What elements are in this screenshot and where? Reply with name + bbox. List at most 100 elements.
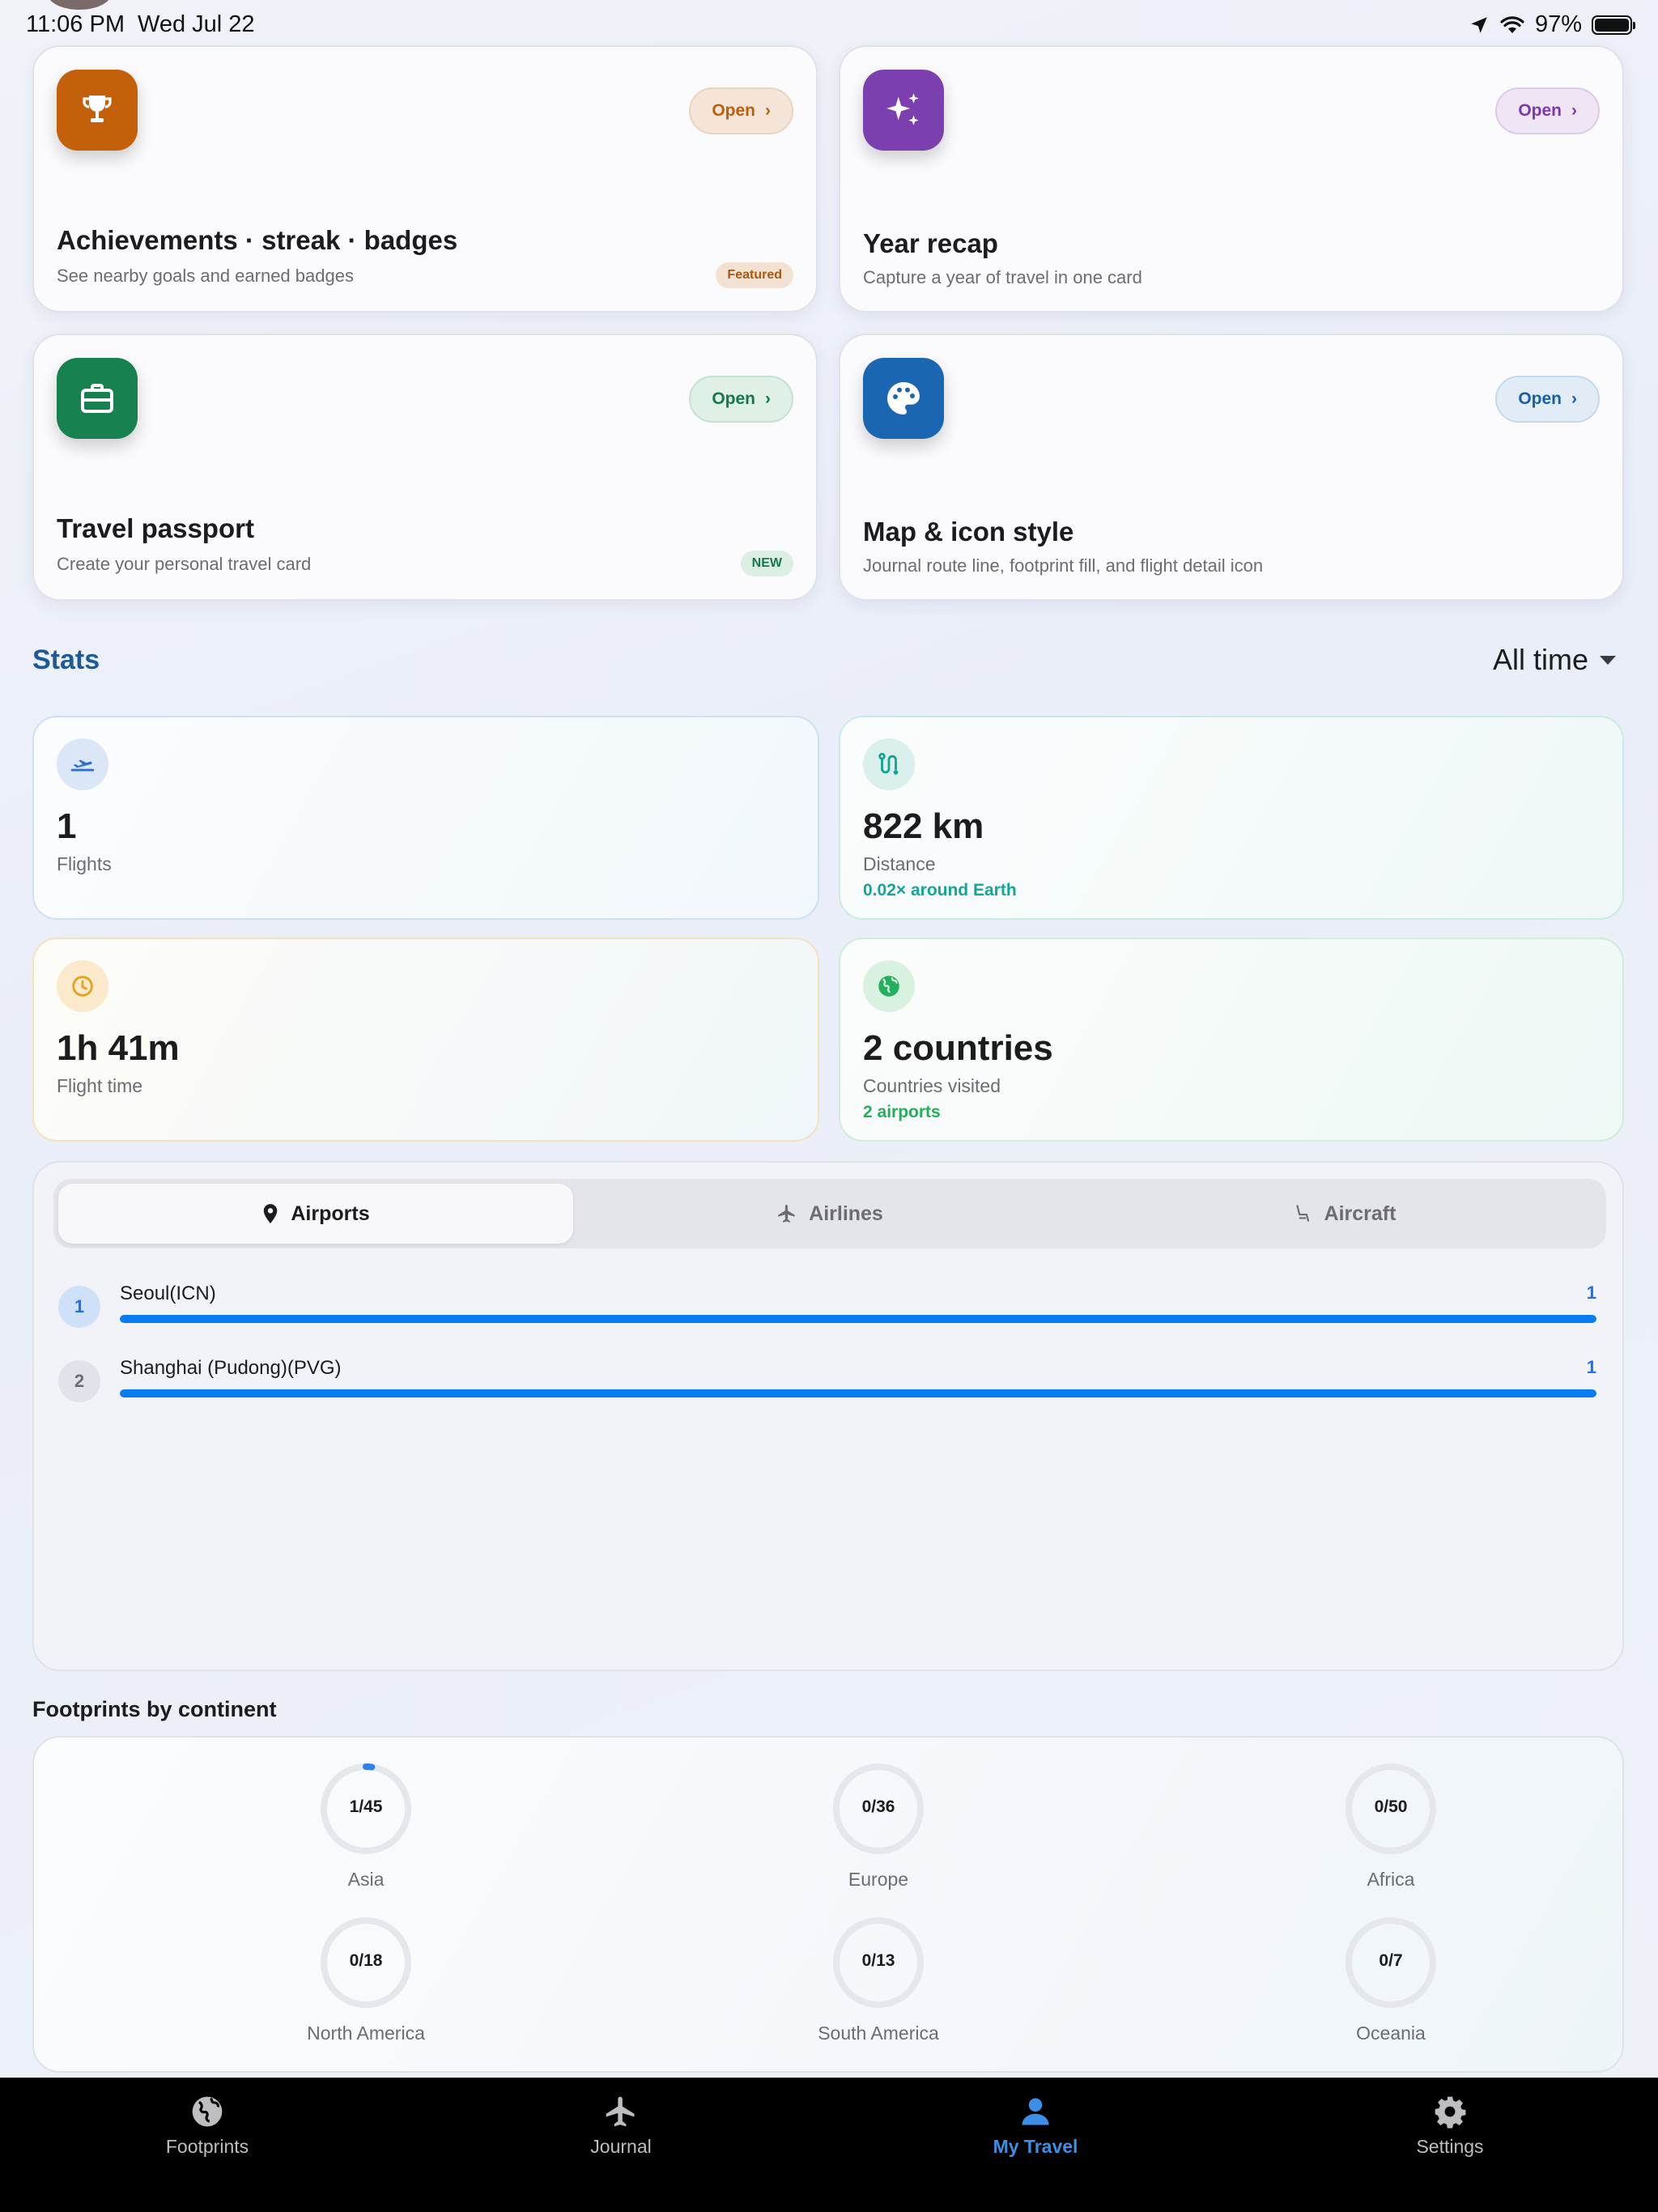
countries-label: Countries visited xyxy=(863,1075,1001,1096)
map-pin-icon xyxy=(264,1204,278,1223)
year-recap-open-button[interactable]: Open › xyxy=(1495,87,1600,134)
briefcase-icon xyxy=(57,358,138,439)
avatar[interactable] xyxy=(47,0,112,10)
tab-footprints[interactable]: Footprints xyxy=(86,2094,329,2167)
continent-name: Oceania xyxy=(1356,2023,1426,2044)
time-range-dropdown[interactable]: All time xyxy=(1493,643,1616,677)
tab-bar: Footprints Journal My Travel Settings xyxy=(0,2078,1658,2212)
featured-badge: Featured xyxy=(716,262,793,288)
year-recap-card[interactable]: Open › Year recap Capture a year of trav… xyxy=(839,45,1624,313)
plane-departure-icon xyxy=(57,738,108,790)
list-item[interactable]: 1 Seoul(ICN) 1 xyxy=(58,1283,1596,1339)
travel-passport-card[interactable]: Open › Travel passport Create your perso… xyxy=(32,334,818,601)
airport-name: Seoul(ICN) xyxy=(120,1283,216,1304)
flights-label: Flights xyxy=(57,853,112,874)
trophy-icon xyxy=(57,70,138,151)
continent-count: 0/50 xyxy=(1374,1797,1408,1816)
open-label: Open xyxy=(712,389,755,408)
flights-value: 1 xyxy=(57,806,77,846)
tab-journal[interactable]: Journal xyxy=(500,2094,742,2167)
location-arrow-icon xyxy=(1471,16,1487,33)
airport-name: Shanghai (Pudong)(PVG) xyxy=(120,1357,342,1379)
continents-card: 1/45 Asia 0/36 Europe 0/50 Africa 0/18 North Am… xyxy=(32,1736,1624,2073)
travel-passport-open-button[interactable]: Open › xyxy=(689,376,793,423)
tab-label: Footprints xyxy=(165,2136,249,2157)
list-item[interactable]: 2 Shanghai (Pudong)(PVG) 1 xyxy=(58,1357,1596,1414)
countries-stat-tile[interactable]: 2 countries Countries visited 2 airports xyxy=(839,938,1624,1142)
airplane-icon xyxy=(606,2096,635,2127)
tab-airlines[interactable]: Airlines xyxy=(572,1184,1087,1244)
status-bar: 11:06 PM Wed Jul 22 97% xyxy=(0,0,1658,49)
stats-heading: Stats xyxy=(32,644,100,675)
seat-icon xyxy=(1295,1205,1309,1222)
continent-count: 0/7 xyxy=(1379,1951,1403,1970)
tab-label: Settings xyxy=(1416,2136,1484,2157)
distance-earth-note: 0.02× around Earth xyxy=(863,881,1017,900)
airport-count: 1 xyxy=(1586,1357,1596,1377)
continent-item[interactable]: 0/7 Oceania xyxy=(1269,1916,1512,2061)
new-badge: NEW xyxy=(740,551,793,576)
dropdown-arrow-icon xyxy=(1600,655,1616,665)
rank-progress-bar xyxy=(120,1389,1596,1397)
map-style-open-button[interactable]: Open › xyxy=(1495,376,1600,423)
tab-settings[interactable]: Settings xyxy=(1329,2094,1571,2167)
ranking-segmented-control: Airports Airlines Aircraft xyxy=(53,1179,1606,1249)
status-time: 11:06 PM xyxy=(26,11,125,37)
open-label: Open xyxy=(1518,389,1562,408)
flight-time-value: 1h 41m xyxy=(57,1028,180,1068)
time-range-label: All time xyxy=(1492,643,1588,676)
route-icon xyxy=(863,738,915,790)
wifi-icon xyxy=(1500,15,1524,33)
flights-stat-tile[interactable]: 1 Flights xyxy=(32,716,819,920)
rank-progress-bar xyxy=(120,1315,1596,1323)
continent-item[interactable]: 0/18 North America xyxy=(244,1916,487,2061)
tab-label: Airports xyxy=(291,1202,370,1225)
continent-item[interactable]: 0/50 Africa xyxy=(1269,1762,1512,1908)
tab-airports[interactable]: Airports xyxy=(58,1184,573,1244)
distance-label: Distance xyxy=(863,853,936,874)
battery-percent: 97% xyxy=(1534,11,1582,37)
distance-value: 822 km xyxy=(863,806,984,846)
continent-item[interactable]: 1/45 Asia xyxy=(244,1762,487,1908)
ranking-panel: Airports Airlines Aircraft 1 Seoul(ICN) … xyxy=(32,1161,1624,1671)
card-subtitle: Capture a year of travel in one card xyxy=(863,267,1142,287)
person-icon xyxy=(1022,2098,1049,2125)
achievements-card[interactable]: Open › Achievements · streak · badges Se… xyxy=(32,45,818,313)
chevron-right-icon: › xyxy=(765,101,771,120)
continent-item[interactable]: 0/36 Europe xyxy=(757,1762,1000,1908)
chevron-right-icon: › xyxy=(765,389,771,408)
open-label: Open xyxy=(1518,101,1562,120)
card-subtitle: Create your personal travel card xyxy=(57,554,312,574)
continent-name: Africa xyxy=(1367,1869,1415,1890)
tab-label: My Travel xyxy=(993,2136,1078,2157)
flight-time-label: Flight time xyxy=(57,1075,143,1096)
card-subtitle: See nearby goals and earned badges xyxy=(57,266,354,286)
rank-badge: 2 xyxy=(58,1360,100,1402)
airports-count: 2 airports xyxy=(863,1103,941,1121)
card-title: Travel passport xyxy=(57,513,254,543)
continent-count: 0/18 xyxy=(349,1951,383,1970)
countries-value: 2 countries xyxy=(863,1028,1053,1068)
continents-heading: Footprints by continent xyxy=(32,1697,277,1721)
rank-badge: 1 xyxy=(58,1286,100,1328)
continent-count: 0/13 xyxy=(861,1951,895,1970)
tab-aircraft[interactable]: Aircraft xyxy=(1086,1184,1601,1244)
flight-time-stat-tile[interactable]: 1h 41m Flight time xyxy=(32,938,819,1142)
continent-name: South America xyxy=(818,2023,939,2044)
clock-icon xyxy=(57,960,108,1012)
status-indicators: 97% xyxy=(1469,11,1635,38)
continent-item[interactable]: 0/13 South America xyxy=(757,1916,1000,2061)
continent-name: Europe xyxy=(848,1869,909,1890)
open-label: Open xyxy=(712,101,755,120)
tab-label: Aircraft xyxy=(1324,1202,1397,1225)
distance-stat-tile[interactable]: 822 km Distance 0.02× around Earth xyxy=(839,716,1624,920)
achievements-open-button[interactable]: Open › xyxy=(689,87,793,134)
airport-count: 1 xyxy=(1586,1283,1596,1303)
card-title: Year recap xyxy=(863,228,998,258)
battery-icon xyxy=(1592,15,1635,35)
gear-icon xyxy=(1435,2096,1466,2129)
map-icon-style-card[interactable]: Open › Map & icon style Journal route li… xyxy=(839,334,1624,601)
tab-label: Journal xyxy=(590,2136,652,2157)
card-title: Achievements · streak · badges xyxy=(57,225,458,255)
tab-my-travel[interactable]: My Travel xyxy=(914,2094,1157,2167)
